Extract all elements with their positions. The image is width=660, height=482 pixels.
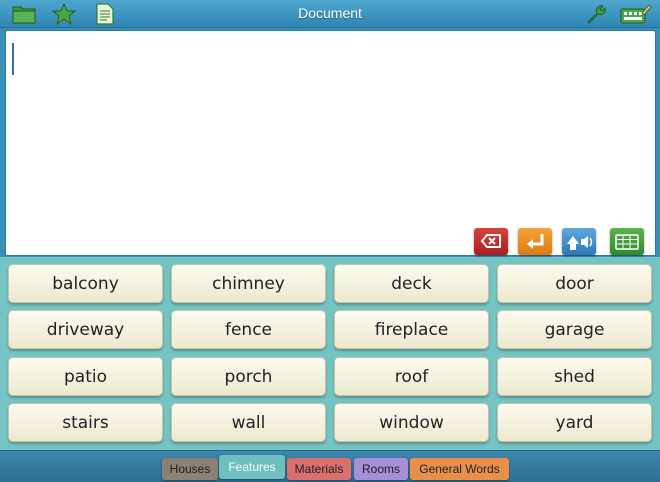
document-text-area[interactable] xyxy=(5,30,656,256)
backspace-icon xyxy=(480,234,501,248)
enter-icon xyxy=(527,234,544,249)
word-button[interactable]: balcony xyxy=(8,264,163,303)
tab-materials[interactable]: Materials xyxy=(287,458,351,480)
speak-button[interactable] xyxy=(562,228,596,255)
tab-rooms[interactable]: Rooms xyxy=(354,458,408,480)
enter-button[interactable] xyxy=(518,228,552,255)
word-button[interactable]: chimney xyxy=(171,264,326,303)
keyboard-icon xyxy=(615,234,639,250)
category-tab-bar: Houses Features Materials Rooms General … xyxy=(0,450,660,482)
word-button[interactable]: porch xyxy=(171,357,326,396)
word-button[interactable]: door xyxy=(497,264,652,303)
word-button[interactable]: garage xyxy=(497,310,652,349)
word-button[interactable]: stairs xyxy=(8,403,163,442)
word-button[interactable]: fence xyxy=(171,310,326,349)
top-toolbar: Document xyxy=(0,0,660,28)
word-button[interactable]: deck xyxy=(334,264,489,303)
tab-general-words[interactable]: General Words xyxy=(410,458,509,480)
keyboard-button[interactable] xyxy=(610,228,644,255)
word-button[interactable]: roof xyxy=(334,357,489,396)
page-title: Document xyxy=(298,5,362,21)
word-button[interactable]: window xyxy=(334,403,489,442)
word-button[interactable]: patio xyxy=(8,357,163,396)
word-grid: balcony chimney deck door driveway fence… xyxy=(0,257,660,450)
word-button[interactable]: wall xyxy=(171,403,326,442)
tab-features[interactable]: Features xyxy=(219,455,285,479)
word-button[interactable]: fireplace xyxy=(334,310,489,349)
word-button[interactable]: shed xyxy=(497,357,652,396)
text-cursor xyxy=(12,43,14,75)
word-button[interactable]: yard xyxy=(497,403,652,442)
word-button[interactable]: driveway xyxy=(8,310,163,349)
wrench-icon[interactable] xyxy=(584,3,608,25)
tab-houses[interactable]: Houses xyxy=(162,458,218,480)
backspace-button[interactable] xyxy=(474,228,508,255)
keyboard-edit-icon[interactable] xyxy=(620,3,652,25)
speak-icon xyxy=(567,236,593,250)
